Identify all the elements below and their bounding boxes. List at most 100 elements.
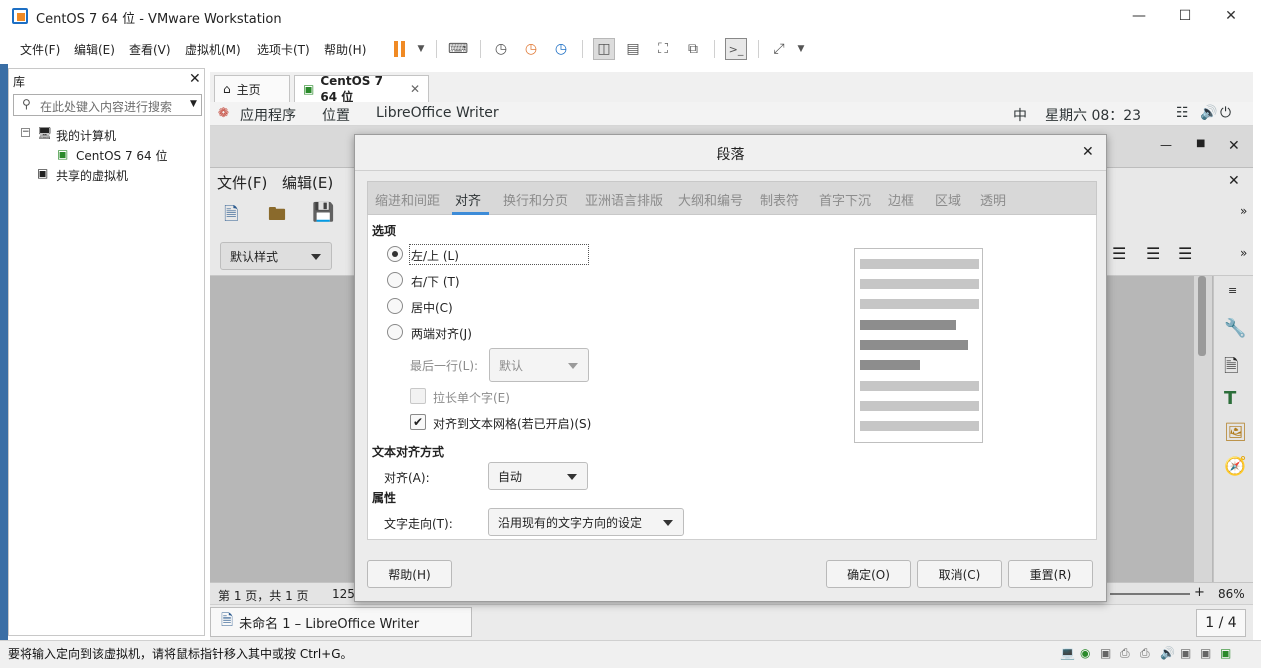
device-icon[interactable]: ▣ [1200, 646, 1211, 660]
close-icon[interactable]: ✕ [189, 71, 201, 87]
tab-area[interactable]: 区域 [935, 190, 961, 209]
justify-icon[interactable]: ☰ [1178, 244, 1192, 263]
places-menu[interactable]: 位置 [322, 105, 350, 125]
close-icon[interactable]: ✕ [1082, 144, 1094, 160]
close-button[interactable]: ✕ [1208, 0, 1254, 32]
sidebar-view-icon[interactable]: ◫ [593, 38, 615, 60]
reset-button[interactable]: 重置(R) [1008, 560, 1093, 588]
close-button[interactable]: ✕ [1228, 138, 1240, 154]
device-icon[interactable]: 💻 [1060, 646, 1075, 660]
open-folder-icon[interactable]: 🖿 [268, 202, 286, 232]
gallery-icon[interactable]: 🖼 [1224, 422, 1247, 443]
tab-borders[interactable]: 边框 [888, 190, 914, 209]
menu-help[interactable]: 帮助(H) [324, 41, 366, 58]
thumbnail-view-icon[interactable]: ▤ [622, 38, 644, 60]
tab-text-flow[interactable]: 换行和分页 [503, 190, 568, 209]
menu-edit[interactable]: 编辑(E) [74, 41, 115, 58]
radio-left-top-label[interactable]: 左/上 (L) [411, 247, 459, 264]
stretch-icon[interactable]: ⤢ [768, 38, 790, 60]
navigator-icon[interactable]: 🧭 [1224, 456, 1246, 477]
tab-drop-caps[interactable]: 首字下沉 [819, 190, 871, 209]
workspace-indicator[interactable]: 1 / 4 [1196, 609, 1246, 637]
more-tools-icon[interactable]: » [1240, 204, 1247, 218]
align-select[interactable]: 自动 [488, 462, 588, 490]
input-method-indicator[interactable]: 中 [1013, 105, 1027, 125]
tab-alignment[interactable]: 对齐 [455, 190, 481, 209]
taskbar-writer-window[interactable]: 🗎 未命名 1 – LibreOffice Writer [210, 607, 472, 637]
more-tools-icon[interactable]: » [1240, 246, 1247, 260]
tab-centos[interactable]: ▣ CentOS 7 64 位 ✕ [294, 74, 429, 104]
device-icon[interactable]: ◉ [1080, 646, 1090, 660]
sidebar-menu-icon[interactable]: ≡ [1228, 284, 1237, 297]
properties-icon[interactable]: 🔧 [1224, 318, 1246, 339]
writer-menu-file[interactable]: 文件(F) [217, 172, 267, 193]
applications-menu[interactable]: 应用程序 [240, 105, 296, 125]
help-button[interactable]: 帮助(H) [367, 560, 452, 588]
unity-icon[interactable]: ⧉ [682, 38, 704, 60]
tree-collapse-toggle[interactable]: − [21, 128, 30, 137]
stretch-single-word-checkbox[interactable] [410, 388, 426, 404]
save-icon[interactable]: 💾 [312, 202, 334, 223]
sound-icon[interactable]: 🔊 [1160, 646, 1175, 660]
snap-to-grid-label[interactable]: 对齐到文本网格(若已开启)(S) [433, 415, 591, 432]
styles-icon[interactable]: T [1224, 388, 1236, 409]
snapshot-icon[interactable]: ◷ [490, 38, 512, 60]
clock[interactable]: 星期六 08：23 [1045, 105, 1141, 125]
maximize-button[interactable]: ■ [1196, 138, 1205, 149]
library-search-input[interactable]: ⚲ 在此处键入内容进行搜索 ▼ [13, 94, 202, 116]
send-keys-icon[interactable]: ⌨ [447, 38, 469, 60]
snapshot-manager-icon[interactable]: ◷ [550, 38, 572, 60]
writer-menu-edit[interactable]: 编辑(E) [282, 172, 333, 193]
ok-button[interactable]: 确定(O) [826, 560, 911, 588]
tree-item-centos[interactable]: CentOS 7 64 位 [76, 147, 167, 164]
radio-left-top[interactable] [387, 246, 403, 262]
minimize-button[interactable]: — [1160, 138, 1172, 152]
tree-item-shared-vms[interactable]: 共享的虚拟机 [56, 167, 128, 184]
tab-indents-spacing[interactable]: 缩进和间距 [375, 190, 440, 209]
zoom-slider[interactable] [1110, 593, 1190, 595]
fullscreen-icon[interactable]: ⛶ [652, 38, 674, 60]
tab-transparency[interactable]: 透明 [980, 190, 1006, 209]
zoom-in-icon[interactable]: + [1194, 585, 1205, 600]
tab-asian-typography[interactable]: 亚洲语言排版 [585, 190, 663, 209]
menu-view[interactable]: 查看(V) [129, 41, 171, 58]
menu-file[interactable]: 文件(F) [20, 41, 60, 58]
device-icon[interactable]: ▣ [1180, 646, 1191, 660]
new-document-icon[interactable]: 🗎 [224, 202, 238, 232]
revert-snapshot-icon[interactable]: ◷ [520, 38, 542, 60]
page-icon[interactable]: 🗎 [1224, 354, 1238, 384]
minimize-button[interactable]: — [1116, 0, 1162, 32]
radio-right-bottom-label[interactable]: 右/下 (T) [411, 273, 460, 290]
document-scrollbar[interactable] [1194, 276, 1212, 582]
tab-outline-numbering[interactable]: 大纲和编号 [678, 190, 743, 209]
menu-vm[interactable]: 虚拟机(M) [185, 41, 241, 58]
close-document-icon[interactable]: ✕ [1228, 173, 1240, 189]
tree-item-my-computer[interactable]: 我的计算机 [56, 127, 116, 144]
radio-center[interactable] [387, 298, 403, 314]
active-app-menu[interactable]: LibreOffice Writer [376, 105, 499, 121]
radio-justified-label[interactable]: 两端对齐(J) [411, 325, 472, 342]
radio-justified[interactable] [387, 324, 403, 340]
device-icon[interactable]: ▣ [1220, 646, 1231, 660]
chevron-down-icon[interactable]: ▼ [790, 38, 812, 60]
menu-tabs[interactable]: 选项卡(T) [257, 41, 310, 58]
align-right-icon[interactable]: ☰ [1146, 244, 1160, 263]
device-icon[interactable]: ⎙ [1120, 646, 1130, 661]
volume-icon[interactable]: 🔊 [1200, 105, 1217, 121]
maximize-button[interactable]: ☐ [1162, 0, 1208, 32]
close-icon[interactable]: ✕ [410, 82, 420, 96]
pause-icon[interactable] [388, 38, 410, 60]
cancel-button[interactable]: 取消(C) [917, 560, 1002, 588]
device-icon[interactable]: ▣ [1100, 646, 1111, 660]
paragraph-style-select[interactable]: 默认样式 [220, 242, 332, 270]
chevron-down-icon[interactable]: ▼ [190, 99, 197, 109]
power-icon[interactable]: ⏻ [1220, 105, 1231, 121]
device-icon[interactable]: ⎙ [1140, 646, 1150, 661]
network-icon[interactable]: ☷ [1176, 105, 1189, 121]
last-line-select[interactable]: 默认 [489, 348, 589, 382]
console-icon[interactable]: >_ [725, 38, 747, 60]
direction-select[interactable]: 沿用现有的文字方向的设定 [488, 508, 684, 536]
radio-right-bottom[interactable] [387, 272, 403, 288]
align-center-icon[interactable]: ☰ [1112, 244, 1126, 263]
tab-tabs[interactable]: 制表符 [760, 190, 799, 209]
